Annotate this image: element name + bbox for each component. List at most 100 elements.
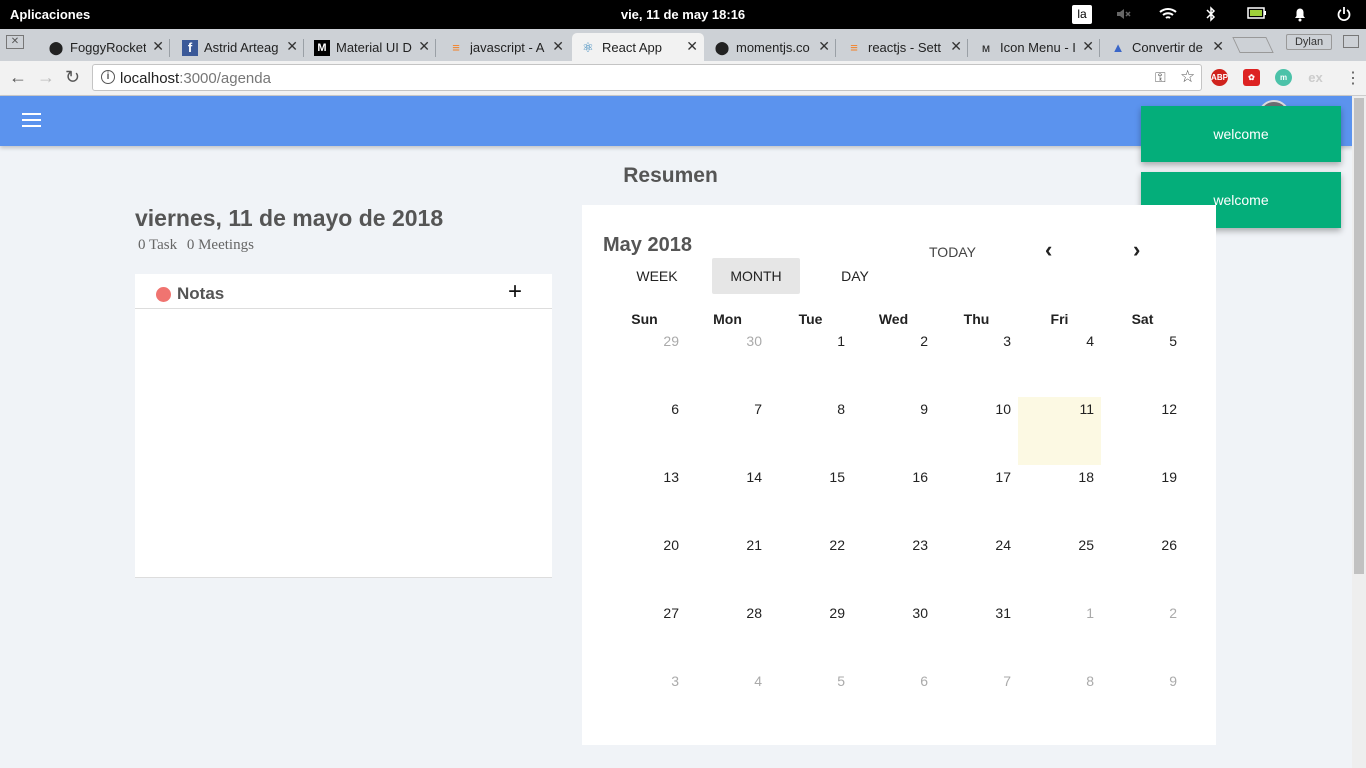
calendar-day-cell[interactable]: 17 [935,465,1018,533]
tab-close-icon[interactable]: ✕ [286,38,298,55]
tab-reactjs[interactable]: ≡ reactjs - Sett ✕ [838,33,968,61]
extension-icon[interactable]: ✿ [1243,69,1260,86]
calendar-day-cell[interactable]: 29 [603,329,686,397]
tab-close-icon[interactable]: ✕ [950,38,962,55]
browser-menu-icon[interactable]: ⋮ [1345,68,1361,88]
calendar-day-cell[interactable]: 12 [1101,397,1184,465]
week-view-button[interactable]: WEEK [613,258,701,294]
calendar-day-cell-today[interactable]: 11 [1018,397,1101,465]
calendar-day-cell[interactable]: 29 [769,601,852,669]
tab-close-icon[interactable]: ✕ [552,38,564,55]
day-number: 22 [829,537,845,553]
tab-momentjs[interactable]: ⬤ momentjs.co ✕ [706,33,836,61]
calendar-day-cell[interactable]: 20 [603,533,686,601]
next-month-button[interactable]: › [1133,237,1140,263]
calendar-day-cell[interactable]: 21 [686,533,769,601]
calendar-day-cell[interactable]: 7 [686,397,769,465]
tab-material-ui[interactable]: M Material UI D ✕ [306,33,436,61]
day-view-button[interactable]: DAY [811,258,899,294]
adblock-plus-icon[interactable]: ABP [1211,69,1228,86]
calendar-day-cell[interactable]: 9 [852,397,935,465]
wifi-icon[interactable] [1159,6,1177,25]
calendar-day-cell[interactable]: 6 [852,669,935,737]
tab-javascript[interactable]: ≡ javascript - A ✕ [440,33,570,61]
extension-m-icon[interactable]: m [1275,69,1292,86]
tab-close-icon[interactable]: ✕ [418,38,430,55]
profile-button[interactable]: Dylan [1286,34,1332,50]
welcome-toast[interactable]: welcome [1141,106,1341,162]
calendar-day-cell[interactable]: 3 [603,669,686,737]
calendar-day-cell[interactable]: 24 [935,533,1018,601]
power-icon[interactable] [1337,6,1351,25]
month-view-button[interactable]: MONTH [712,258,800,294]
back-arrow-icon[interactable]: ← [9,67,27,88]
calendar-day-cell[interactable]: 9 [1101,669,1184,737]
tab-close-icon[interactable]: ✕ [152,38,164,55]
tab-close-icon[interactable]: ✕ [818,38,830,55]
calendar-day-cell[interactable]: 4 [1018,329,1101,397]
day-number: 6 [920,673,928,689]
tab-close-icon[interactable]: ✕ [686,38,698,55]
calendar-day-cell[interactable]: 10 [935,397,1018,465]
address-bar[interactable]: i localhost:3000/agenda ⚿ ☆ [92,64,1202,91]
url-text[interactable]: localhost:3000/agenda [120,70,271,87]
tab-close-icon[interactable]: ✕ [1082,38,1094,55]
day-number: 20 [663,537,679,553]
battery-icon[interactable] [1247,6,1267,23]
tab-astrid-arteaga[interactable]: f Astrid Arteag ✕ [174,33,304,61]
tab-convertir[interactable]: ▲ Convertir de ✕ [1102,33,1230,61]
calendar-day-cell[interactable]: 4 [686,669,769,737]
extension-ex-icon[interactable]: ex [1307,69,1324,86]
day-number: 29 [829,605,845,621]
close-window-icon[interactable]: ✕ [6,35,24,49]
calendar-day-cell[interactable]: 27 [603,601,686,669]
tab-react-app[interactable]: ⚛ React App ✕ [572,33,704,61]
calendar-day-cell[interactable]: 5 [769,669,852,737]
calendar-day-cell[interactable]: 1 [769,329,852,397]
calendar-day-cell[interactable]: 28 [686,601,769,669]
calendar-day-cell[interactable]: 18 [1018,465,1101,533]
today-button[interactable]: TODAY [929,244,976,260]
calendar-day-cell[interactable]: 1 [1018,601,1101,669]
calendar-day-cell[interactable]: 22 [769,533,852,601]
scrollbar-thumb[interactable] [1354,98,1364,574]
notifications-bell-icon[interactable] [1293,6,1307,25]
previous-month-button[interactable]: ‹ [1045,237,1052,263]
add-note-button[interactable]: + [508,280,522,304]
calendar-day-cell[interactable]: 5 [1101,329,1184,397]
calendar-day-cell[interactable]: 6 [603,397,686,465]
page-scrollbar[interactable] [1352,96,1366,768]
calendar-day-cell[interactable]: 19 [1101,465,1184,533]
calendar-day-cell[interactable]: 30 [852,601,935,669]
calendar-day-cell[interactable]: 3 [935,329,1018,397]
calendar-day-cell[interactable]: 30 [686,329,769,397]
tab-icon-menu[interactable]: ᴍ Icon Menu - I ✕ [970,33,1100,61]
forward-arrow-icon[interactable]: → [37,67,55,88]
hamburger-menu-icon[interactable] [22,113,41,128]
key-icon[interactable]: ⚿ [1155,69,1166,86]
calendar-day-cell[interactable]: 2 [1101,601,1184,669]
calendar-day-cell[interactable]: 8 [1018,669,1101,737]
bookmark-star-icon[interactable]: ☆ [1180,67,1195,87]
volume-muted-icon[interactable] [1115,6,1131,25]
calendar-day-cell[interactable]: 26 [1101,533,1184,601]
calendar-day-cell[interactable]: 23 [852,533,935,601]
calendar-day-cell[interactable]: 13 [603,465,686,533]
calendar-day-cell[interactable]: 16 [852,465,935,533]
reload-icon[interactable]: ↻ [65,67,80,88]
minimize-window-icon[interactable] [1343,35,1359,48]
tab-foggyrocket[interactable]: ⬤ FoggyRocket ✕ [40,33,170,61]
calendar-day-cell[interactable]: 2 [852,329,935,397]
keyboard-layout-indicator[interactable]: la [1072,5,1092,24]
calendar-day-cell[interactable]: 8 [769,397,852,465]
bluetooth-icon[interactable] [1205,6,1217,25]
calendar-day-cell[interactable]: 31 [935,601,1018,669]
tab-close-icon[interactable]: ✕ [1212,38,1224,55]
info-icon[interactable]: i [101,70,115,84]
day-number: 9 [1169,673,1177,689]
calendar-day-cell[interactable]: 15 [769,465,852,533]
calendar-day-cell[interactable]: 14 [686,465,769,533]
calendar-day-cell[interactable]: 7 [935,669,1018,737]
calendar-day-cell[interactable]: 25 [1018,533,1101,601]
new-tab-button[interactable] [1232,37,1274,53]
